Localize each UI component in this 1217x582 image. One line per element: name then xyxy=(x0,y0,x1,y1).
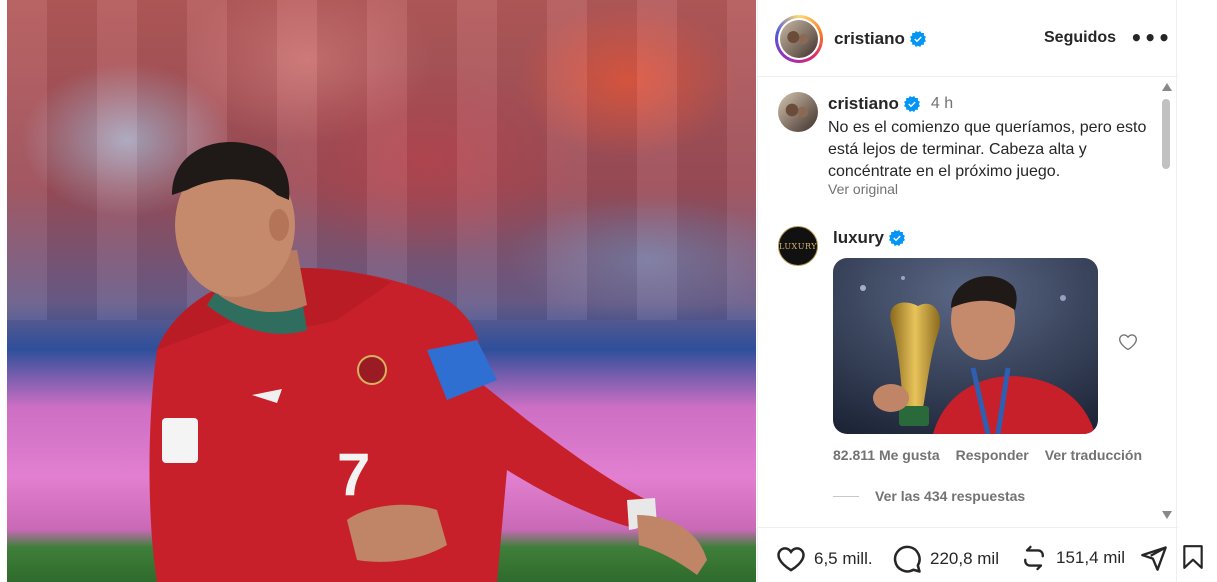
post-action-bar: 6,5 mill. 220,8 mil 151,4 mil xyxy=(758,527,1178,582)
bookmark-icon[interactable] xyxy=(1180,543,1206,571)
trophy-photo-illustration xyxy=(833,258,1098,434)
comment-author: luxury xyxy=(833,228,906,248)
save-action[interactable] xyxy=(1180,543,1206,576)
reply-button[interactable]: Responder xyxy=(956,447,1029,463)
comment-icon[interactable] xyxy=(892,544,922,574)
comment-likes-count[interactable]: 82.811 Me gusta xyxy=(833,447,940,463)
repost-icon[interactable] xyxy=(1020,544,1048,572)
caption-author: cristiano 4 h xyxy=(828,94,953,114)
replies-divider xyxy=(833,495,859,497)
comment-action[interactable]: 220,8 mil xyxy=(892,544,999,574)
comments-count[interactable]: 220,8 mil xyxy=(930,549,999,569)
likes-count[interactable]: 6,5 mill. xyxy=(814,549,873,569)
reposts-count[interactable]: 151,4 mil xyxy=(1056,548,1125,568)
scroll-down-arrow-icon[interactable] xyxy=(1162,511,1172,519)
verified-badge-icon xyxy=(889,230,906,246)
post-photo[interactable]: 7 xyxy=(7,0,756,582)
comment-heart-icon[interactable] xyxy=(1118,332,1138,352)
comment-username[interactable]: luxury xyxy=(833,228,884,248)
verified-badge-icon xyxy=(909,31,926,47)
caption-avatar[interactable] xyxy=(778,92,818,132)
comment-avatar[interactable]: LUXURY xyxy=(778,226,818,266)
heart-icon[interactable] xyxy=(776,544,806,574)
post-details-panel: cristiano Seguidos ••• cristiano 4 h No … xyxy=(757,0,1178,582)
repost-action[interactable]: 151,4 mil xyxy=(1020,544,1125,572)
view-replies-label[interactable]: Ver las 434 respuestas xyxy=(875,488,1025,504)
author-avatar[interactable] xyxy=(775,15,823,63)
more-options-icon[interactable]: ••• xyxy=(1130,24,1170,52)
jersey-number: 7 xyxy=(337,441,370,508)
share-icon[interactable] xyxy=(1140,544,1168,572)
caption-text: No es el comienzo que queríamos, pero es… xyxy=(828,119,1147,180)
view-replies-button[interactable]: Ver las 434 respuestas xyxy=(833,488,1025,504)
post-timestamp[interactable]: 4 h xyxy=(931,95,953,113)
author-username[interactable]: cristiano xyxy=(834,29,926,49)
like-action[interactable]: 6,5 mill. xyxy=(776,544,873,574)
player-illustration: 7 xyxy=(149,142,707,582)
scrollbar-thumb[interactable] xyxy=(1162,99,1170,169)
scroll-up-arrow-icon[interactable] xyxy=(1162,83,1172,91)
caption-username[interactable]: cristiano xyxy=(828,94,899,114)
share-action[interactable] xyxy=(1140,544,1168,572)
following-button[interactable]: Seguidos xyxy=(1044,29,1116,47)
see-original-link[interactable]: Ver original xyxy=(828,181,898,197)
verified-badge-icon xyxy=(903,96,920,112)
comment-actions: 82.811 Me gusta Responder Ver traducción xyxy=(833,447,1142,463)
post-header: cristiano Seguidos ••• xyxy=(758,0,1178,77)
see-translation-button[interactable]: Ver traducción xyxy=(1045,447,1142,463)
comment-image[interactable] xyxy=(833,258,1098,434)
